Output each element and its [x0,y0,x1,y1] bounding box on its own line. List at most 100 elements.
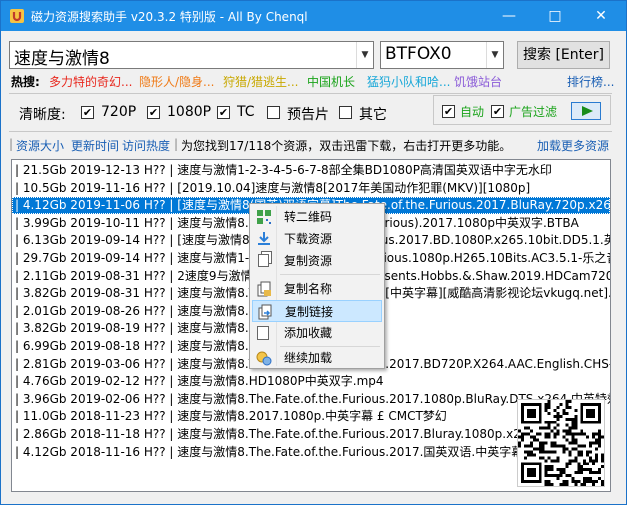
hot-item[interactable]: 隐形人/隐身... [139,73,215,90]
qr-module [577,444,581,448]
qr-module [544,450,548,454]
qr-module [571,441,575,445]
context-menu: 转二维码 下载资源 复制资源 复制名称 复制链接 添加收藏 继续加载 [249,203,385,369]
qr-module [562,483,566,486]
chevron-down-icon[interactable]: ▼ [486,42,503,68]
menu-item-qrcode[interactable]: 转二维码 [252,206,382,228]
qr-module [583,468,587,472]
qr-module [571,480,575,484]
checkbox-auto[interactable]: ✔ [442,105,455,118]
list-item[interactable]: | 4.76Gb 2019-02-12 H?? | 速度与激情8.HD1080P… [12,373,610,390]
qr-module [577,432,581,436]
auto-label: 自动 [460,105,485,119]
qr-module [595,441,599,445]
download-icon [258,232,270,245]
qr-module [601,465,604,469]
minimize-button[interactable]: — [486,1,532,31]
qr-module [556,459,560,463]
title-bar[interactable]: 磁力资源搜索助手 v20.3.2 特别版 - All By Chenql — □… [1,1,626,31]
menu-item-label: 转二维码 [284,210,333,224]
qr-module [580,468,584,472]
hot-item[interactable]: 狩猎/猎逃生... [223,73,299,90]
checkbox-trailer[interactable] [267,106,280,119]
list-item[interactable]: | 21.5Gb 2019-12-13 H?? | 速度与激情1-2-3-4-5… [12,162,610,179]
qr-module [565,402,569,406]
continue-load-icon [256,351,272,366]
play-icon [582,106,593,116]
menu-item-continue-load[interactable]: 继续加载 [252,347,382,369]
menu-item-copy-link[interactable]: 复制链接 [252,300,382,322]
qr-module [583,444,587,448]
keyword-input[interactable]: 速度与激情8 [14,44,110,69]
load-more-link[interactable]: 加载更多资源 [537,137,609,154]
qr-module [547,474,551,478]
maximize-button[interactable]: □ [532,1,578,31]
checkbox-other[interactable] [339,106,352,119]
qr-module [583,480,587,484]
play-button[interactable] [571,102,601,120]
search-button[interactable]: 搜索 [Enter] [517,41,610,69]
qr-module [559,471,563,475]
hot-search-bar: 热搜: 多力特的奇幻... 隐形人/隐身... 狩猎/猎逃生... 中国机长 猛… [11,73,614,91]
qr-module [553,420,557,424]
qr-module [529,450,533,454]
source-select[interactable]: BTFOX0 ▼ [380,41,504,69]
qr-module [571,435,575,439]
ad-filter-label: 广告过滤 [509,105,558,119]
hot-item[interactable]: 多力特的奇幻... [49,73,132,90]
checkbox-1080p[interactable]: ✔ [147,106,160,119]
qr-module [535,438,539,442]
qr-module [562,408,566,412]
menu-item-download[interactable]: 下载资源 [252,228,382,250]
result-message: 为您找到17/118个资源，双击迅雷下载，右击打开更多功能。 [181,139,512,153]
close-button[interactable]: ✕ [578,1,624,31]
sort-by-heat-link[interactable]: 访问热度 [122,137,170,154]
checkbox-ad-filter[interactable]: ✔ [491,105,504,118]
qr-module [556,417,560,421]
qr-module [574,459,578,463]
qr-module [592,435,596,439]
qr-module [559,483,563,486]
qr-module [562,444,566,448]
checkbox-tc[interactable]: ✔ [217,106,230,119]
qr-module [592,471,596,475]
qr-module [565,411,569,415]
hot-item[interactable]: 猛犸小队和哈... [367,73,450,90]
qr-module [574,441,578,445]
qr-module [580,471,584,475]
qr-module [556,474,560,478]
qr-module [544,435,548,439]
sort-by-time-link[interactable]: 更新时间 [71,137,119,154]
qr-module [538,444,542,448]
qr-module [562,471,566,475]
chevron-down-icon[interactable]: ▼ [356,42,373,68]
bookmark-icon [257,326,269,340]
qr-module [553,435,557,439]
qr-module [574,423,578,427]
qr-module [565,465,569,469]
sort-by-size-link[interactable]: 资源大小 [16,137,64,154]
qr-module [532,438,536,442]
menu-item-bookmark[interactable]: 添加收藏 [252,322,382,344]
qr-module [574,420,578,424]
qr-module [526,426,530,430]
qr-module [541,456,545,460]
qr-module [577,462,581,466]
menu-item-copy-resource[interactable]: 复制资源 [252,250,382,272]
qr-module [568,405,572,409]
qr-module [550,429,554,433]
qr-module [601,435,604,439]
menu-item-copy-name[interactable]: 复制名称 [252,278,382,300]
checkbox-720p[interactable]: ✔ [81,106,94,119]
ranking-link[interactable]: 排行榜... [567,73,614,90]
qr-module [550,483,554,486]
menu-item-label: 继续加载 [284,351,333,365]
qr-module [589,480,593,484]
qr-module [556,444,560,448]
qr-module [547,468,551,472]
qr-module [565,432,569,436]
list-item[interactable]: | 10.5Gb 2019-11-16 H?? | [2019.10.04]速度… [12,180,610,197]
keyword-combobox[interactable]: 速度与激情8 ▼ [9,41,374,69]
hot-item[interactable]: 饥饿站台 [454,73,502,90]
hot-item[interactable]: 中国机长 [307,73,355,90]
